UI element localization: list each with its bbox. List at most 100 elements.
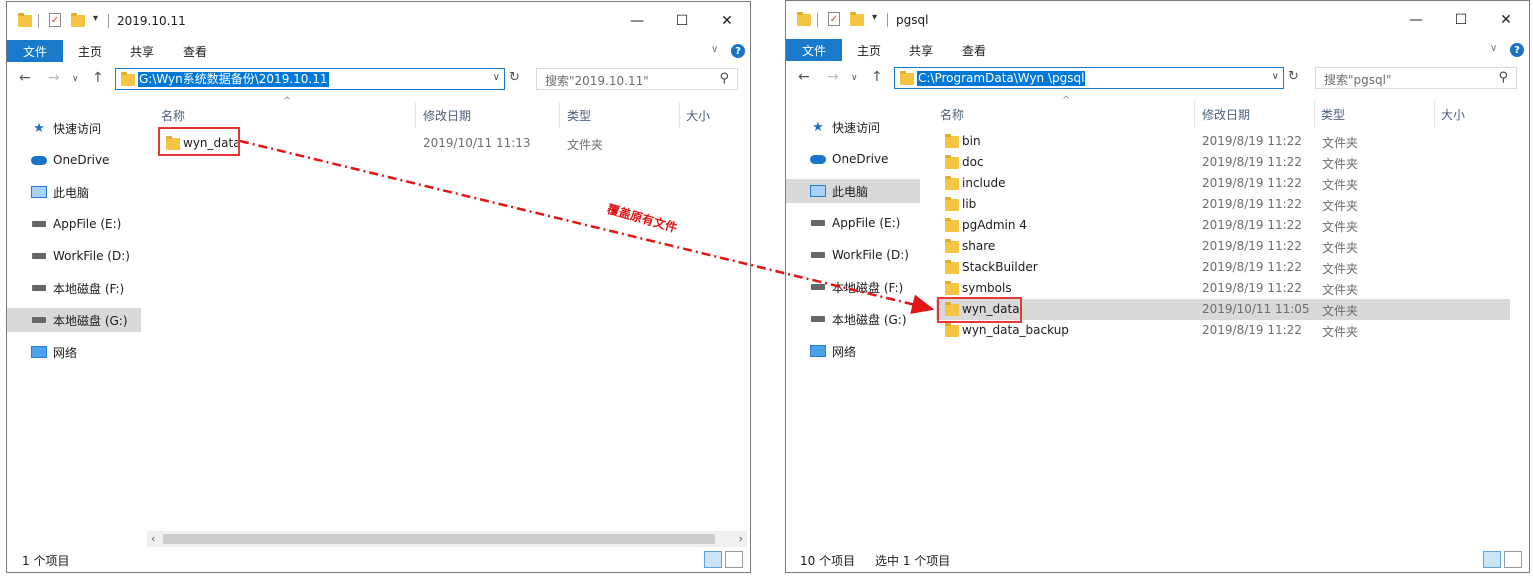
column-type[interactable]: 类型 xyxy=(567,107,591,124)
nav-item-drive-d[interactable]: WorkFile (D:) xyxy=(7,244,141,268)
column-name[interactable]: 名称 xyxy=(940,106,964,123)
nav-item-drive-g[interactable]: 本地磁盘 (G:) xyxy=(786,307,920,331)
tab-share[interactable]: 共享 xyxy=(130,40,154,62)
file-name[interactable]: include xyxy=(962,176,1005,190)
address-path[interactable]: G:\Wyn系统数据备份\2019.10.11 xyxy=(138,72,329,87)
properties-icon[interactable]: ✓ xyxy=(828,12,840,26)
table-row[interactable]: symbols 2019/8/19 11:22 文件夹 xyxy=(936,278,1510,299)
maximize-button[interactable]: ☐ xyxy=(1446,7,1476,33)
minimize-button[interactable]: — xyxy=(1401,7,1431,33)
tab-home[interactable]: 主页 xyxy=(78,40,102,62)
column-name[interactable]: 名称 xyxy=(161,107,185,124)
customize-toolbar-icon[interactable]: ▾ xyxy=(872,12,877,23)
nav-item-drive-e[interactable]: AppFile (E:) xyxy=(786,211,920,235)
table-row[interactable]: bin 2019/8/19 11:22 文件夹 xyxy=(936,131,1510,152)
column-divider[interactable] xyxy=(415,102,416,128)
file-name[interactable]: share xyxy=(962,239,995,253)
nav-item-onedrive[interactable]: OneDrive xyxy=(7,148,141,172)
file-name[interactable]: pgAdmin 4 xyxy=(962,218,1027,232)
file-name[interactable]: symbols xyxy=(962,281,1012,295)
search-icon[interactable]: ⚲ xyxy=(719,71,729,86)
table-row[interactable]: StackBuilder 2019/8/19 11:22 文件夹 xyxy=(936,257,1510,278)
tab-view[interactable]: 查看 xyxy=(962,39,986,61)
search-input[interactable]: 搜索"2019.10.11" ⚲ xyxy=(536,68,738,90)
forward-button[interactable]: → xyxy=(48,70,60,86)
table-row-selected[interactable]: wyn_data 2019/10/11 11:05 文件夹 xyxy=(936,299,1510,320)
tab-share[interactable]: 共享 xyxy=(909,39,933,61)
large-icons-view-icon[interactable] xyxy=(1504,551,1522,568)
recent-locations-icon[interactable]: ∨ xyxy=(851,73,858,83)
back-button[interactable]: ← xyxy=(798,69,810,85)
column-divider[interactable] xyxy=(679,102,680,128)
tab-view[interactable]: 查看 xyxy=(183,40,207,62)
table-row[interactable]: wyn_data_backup 2019/8/19 11:22 文件夹 xyxy=(936,320,1510,341)
properties-icon[interactable]: ✓ xyxy=(49,13,61,27)
column-divider[interactable] xyxy=(1434,101,1435,127)
large-icons-view-icon[interactable] xyxy=(725,551,743,568)
scroll-right-icon[interactable]: › xyxy=(739,532,743,545)
nav-item-drive-f[interactable]: 本地磁盘 (F:) xyxy=(7,276,141,300)
customize-toolbar-icon[interactable]: ▾ xyxy=(93,13,98,24)
recent-locations-icon[interactable]: ∨ xyxy=(72,74,79,84)
nav-item-drive-g[interactable]: 本地磁盘 (G:) xyxy=(7,308,141,332)
back-button[interactable]: ← xyxy=(19,70,31,86)
chevron-down-icon[interactable]: ∨ xyxy=(1272,71,1279,82)
tab-home[interactable]: 主页 xyxy=(857,39,881,61)
search-icon[interactable]: ⚲ xyxy=(1498,70,1508,85)
column-size[interactable]: 大小 xyxy=(686,107,710,124)
help-icon[interactable]: ? xyxy=(731,44,745,58)
nav-item-drive-e[interactable]: AppFile (E:) xyxy=(7,212,141,236)
nav-item-drive-f[interactable]: 本地磁盘 (F:) xyxy=(786,275,920,299)
table-row[interactable]: doc 2019/8/19 11:22 文件夹 xyxy=(936,152,1510,173)
address-bar[interactable]: C:\ProgramData\Wyn \pgsql ∨ xyxy=(894,67,1284,89)
table-row[interactable]: share 2019/8/19 11:22 文件夹 xyxy=(936,236,1510,257)
new-folder-icon[interactable] xyxy=(850,12,864,26)
table-row[interactable]: include 2019/8/19 11:22 文件夹 xyxy=(936,173,1510,194)
chevron-down-icon[interactable]: ∨ xyxy=(1490,43,1497,54)
chevron-down-icon[interactable]: ∨ xyxy=(493,72,500,83)
minimize-button[interactable]: — xyxy=(622,8,652,34)
nav-item-quick-access[interactable]: ★ 快速访问 xyxy=(786,115,920,139)
nav-item-this-pc[interactable]: 此电脑 xyxy=(786,179,920,203)
tab-file[interactable]: 文件 xyxy=(7,40,63,62)
file-name[interactable]: wyn_data_backup xyxy=(962,323,1069,337)
file-name[interactable]: bin xyxy=(962,134,981,148)
close-button[interactable]: ✕ xyxy=(1491,7,1521,33)
nav-item-onedrive[interactable]: OneDrive xyxy=(786,147,920,171)
up-button[interactable]: ↑ xyxy=(92,70,104,86)
nav-item-quick-access[interactable]: ★ 快速访问 xyxy=(7,116,141,140)
address-bar[interactable]: G:\Wyn系统数据备份\2019.10.11 ∨ xyxy=(115,68,505,90)
tab-file[interactable]: 文件 xyxy=(786,39,842,61)
scrollbar-thumb[interactable] xyxy=(163,534,715,544)
nav-item-network[interactable]: 网络 xyxy=(786,339,920,363)
refresh-icon[interactable]: ↻ xyxy=(1288,69,1299,84)
close-button[interactable]: ✕ xyxy=(712,8,742,34)
refresh-icon[interactable]: ↻ xyxy=(509,70,520,85)
details-view-icon[interactable] xyxy=(1483,551,1501,568)
table-row[interactable]: pgAdmin 4 2019/8/19 11:22 文件夹 xyxy=(936,215,1510,236)
column-modified[interactable]: 修改日期 xyxy=(1202,106,1250,123)
up-button[interactable]: ↑ xyxy=(871,69,883,85)
search-input[interactable]: 搜索"pgsql" ⚲ xyxy=(1315,67,1517,89)
column-type[interactable]: 类型 xyxy=(1321,106,1345,123)
nav-item-network[interactable]: 网络 xyxy=(7,340,141,364)
forward-button[interactable]: → xyxy=(827,69,839,85)
help-icon[interactable]: ? xyxy=(1510,43,1524,57)
new-folder-icon[interactable] xyxy=(71,13,85,27)
chevron-down-icon[interactable]: ∨ xyxy=(711,44,718,55)
column-divider[interactable] xyxy=(1194,101,1195,127)
column-divider[interactable] xyxy=(1314,101,1315,127)
file-name[interactable]: StackBuilder xyxy=(962,260,1038,274)
table-row[interactable]: lib 2019/8/19 11:22 文件夹 xyxy=(936,194,1510,215)
column-size[interactable]: 大小 xyxy=(1441,106,1465,123)
details-view-icon[interactable] xyxy=(704,551,722,568)
file-name[interactable]: lib xyxy=(962,197,976,211)
nav-item-this-pc[interactable]: 此电脑 xyxy=(7,180,141,204)
horizontal-scrollbar[interactable]: ‹ › xyxy=(147,531,747,547)
maximize-button[interactable]: ☐ xyxy=(667,8,697,34)
column-modified[interactable]: 修改日期 xyxy=(423,107,471,124)
nav-item-drive-d[interactable]: WorkFile (D:) xyxy=(786,243,920,267)
column-divider[interactable] xyxy=(559,102,560,128)
scroll-left-icon[interactable]: ‹ xyxy=(151,532,155,545)
address-path[interactable]: C:\ProgramData\Wyn \pgsql xyxy=(917,71,1086,86)
